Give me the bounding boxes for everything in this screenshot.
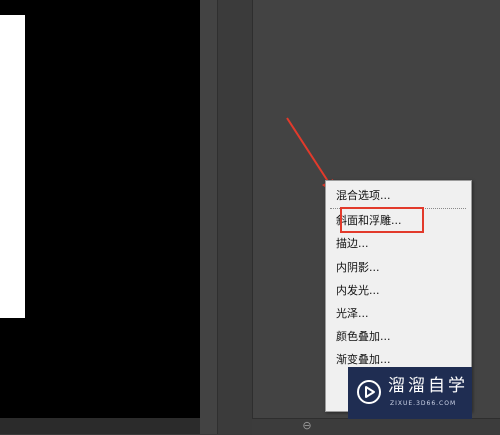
layers-panel-footer (252, 418, 500, 435)
menu-item-satin[interactable]: 光泽... (336, 307, 369, 321)
menu-item-inner-shadow[interactable]: 内阴影... (336, 261, 380, 275)
menu-item-color-overlay[interactable]: 颜色叠加... (336, 330, 391, 344)
canvas-white-region (0, 15, 25, 318)
menu-item-blending-options[interactable]: 混合选项... (336, 189, 391, 203)
highlight-box (340, 207, 424, 233)
panel-dock-column (217, 0, 252, 434)
watermark-url: ZIXUE.3D66.COM (390, 400, 457, 407)
menu-item-stroke[interactable]: 描边... (336, 237, 369, 251)
watermark-title: 溜溜自学 (388, 376, 468, 396)
canvas-status-strip (0, 418, 200, 434)
menu-item-inner-glow[interactable]: 内发光... (336, 284, 380, 298)
link-icon[interactable]: ⊖ (298, 420, 316, 432)
watermark-badge: 溜溜自学 ZIXUE.3D66.COM (348, 367, 472, 419)
document-canvas[interactable] (0, 0, 200, 434)
menu-item-gradient-overlay[interactable]: 渐变叠加... (336, 353, 391, 367)
canvas-scroll-gutter (200, 0, 217, 434)
play-logo-icon (357, 380, 381, 404)
